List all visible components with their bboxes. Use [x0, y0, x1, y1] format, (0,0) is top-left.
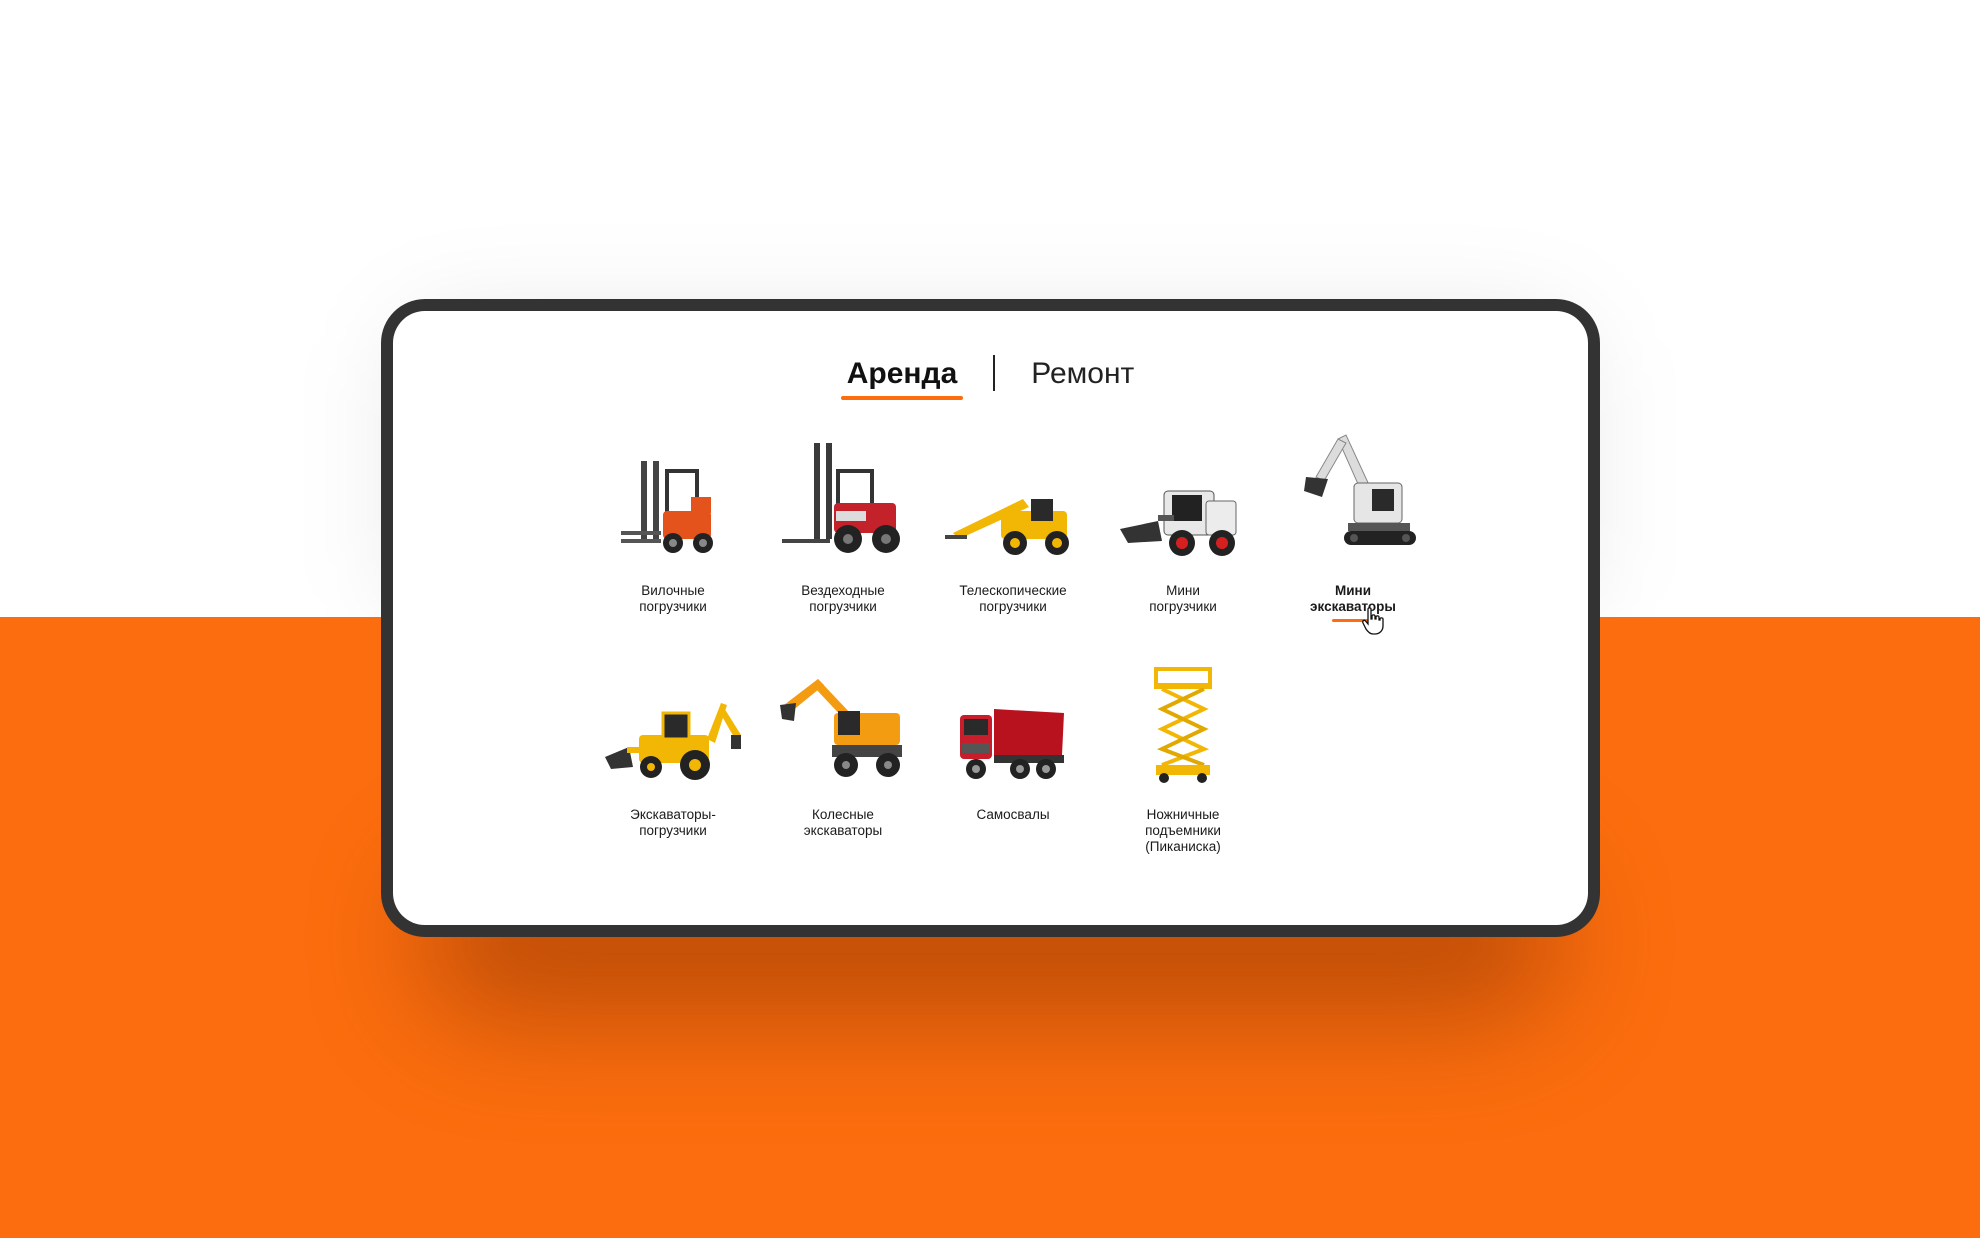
category-label: Телескопические погрузчики — [959, 583, 1067, 614]
mini-excavator-icon — [1278, 431, 1428, 561]
category-label: Самосвалы — [976, 807, 1050, 822]
wheeled-excavator-icon — [768, 655, 918, 785]
category-forklifts[interactable]: Вилочные погрузчики — [588, 431, 758, 655]
category-label: Ножничные подъемники (Пиканиска) — [1145, 807, 1221, 854]
category-label: Колесные экскаваторы — [803, 807, 883, 838]
category-wheeled-excavators[interactable]: Колесные экскаваторы — [758, 655, 928, 879]
category-scissor-lifts[interactable]: Ножничные подъемники (Пиканиска) — [1098, 655, 1268, 879]
tab-bar: Аренда Ремонт — [393, 355, 1588, 400]
category-mini-loaders[interactable]: Мини погрузчики — [1098, 431, 1268, 655]
category-mini-excavators[interactable]: Мини экскаваторы — [1268, 431, 1438, 655]
hand-cursor-icon — [1362, 607, 1384, 640]
equipment-grid: Вилочные погрузчики Вездеходные погрузчи… — [588, 431, 1438, 879]
forklift-icon — [598, 431, 748, 561]
category-dump-trucks[interactable]: Самосвалы — [928, 655, 1098, 879]
tab-rent[interactable]: Аренда — [840, 357, 964, 400]
category-label: Экскаваторы- погрузчики — [630, 807, 716, 838]
tab-divider — [993, 355, 996, 391]
telehandler-icon — [938, 431, 1088, 561]
tab-repair[interactable]: Ремонт — [1025, 357, 1140, 390]
category-rough-terrain-forklifts[interactable]: Вездеходные погрузчики — [758, 431, 928, 655]
category-label: Мини экскаваторы — [1310, 583, 1396, 614]
scissor-lift-icon — [1108, 655, 1258, 785]
category-label: Вездеходные погрузчики — [801, 583, 885, 614]
category-backhoe-loaders[interactable]: Экскаваторы- погрузчики — [588, 655, 758, 879]
category-telehandlers[interactable]: Телескопические погрузчики — [928, 431, 1098, 655]
rough-terrain-forklift-icon — [768, 431, 918, 561]
dump-truck-icon — [938, 655, 1088, 785]
backhoe-loader-icon — [598, 655, 748, 785]
category-label: Вилочные погрузчики — [639, 583, 707, 614]
device-frame: Аренда Ремонт Вилочные погрузчики Вездех… — [381, 299, 1600, 937]
skid-steer-loader-icon — [1108, 431, 1258, 561]
category-label: Мини погрузчики — [1149, 583, 1217, 614]
device-screen: Аренда Ремонт Вилочные погрузчики Вездех… — [393, 311, 1588, 925]
